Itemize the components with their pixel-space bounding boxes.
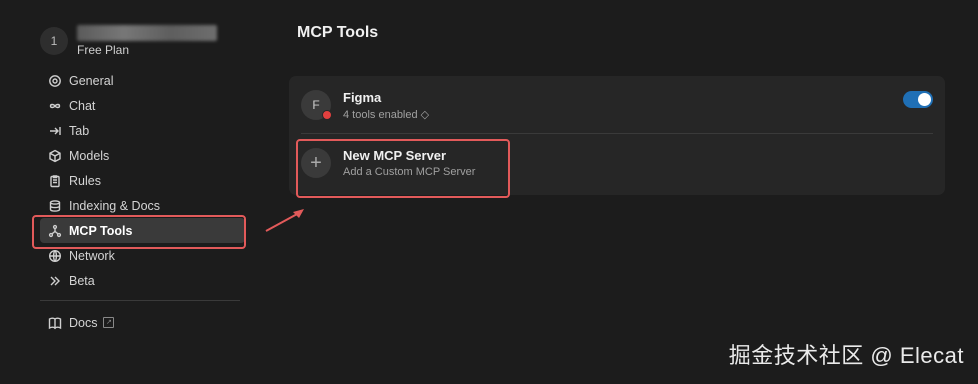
- docs-section: Docs ↗: [40, 310, 245, 335]
- gear-icon: [48, 74, 62, 88]
- plan-label: Free Plan: [77, 43, 130, 57]
- card-divider: [301, 133, 933, 134]
- sidebar-item-tab[interactable]: Tab: [40, 118, 245, 143]
- tools-enabled-dropdown[interactable]: 4 tools enabled ◇: [343, 108, 429, 121]
- settings-nav: General Chat Tab Models Rules Indexing &…: [40, 68, 245, 293]
- sidebar-item-models[interactable]: Models: [40, 143, 245, 168]
- double-chevron-icon: [48, 274, 62, 288]
- sidebar-divider: [40, 300, 240, 301]
- database-icon: [48, 199, 62, 213]
- external-link-icon: ↗: [103, 317, 115, 328]
- arrow-tab-icon: [48, 124, 62, 138]
- clipboard-icon: [48, 174, 62, 188]
- globe-icon: [48, 249, 62, 263]
- infinity-icon: [48, 99, 62, 113]
- highlight-box-new-server: [296, 139, 510, 198]
- username-redacted: [77, 25, 217, 41]
- user-profile[interactable]: 1 Free Plan: [40, 25, 217, 57]
- server-name: Figma: [343, 89, 382, 105]
- server-enable-toggle[interactable]: [903, 91, 933, 108]
- sidebar-item-chat[interactable]: Chat: [40, 93, 245, 118]
- page-title: MCP Tools: [297, 24, 379, 41]
- sidebar-item-general[interactable]: General: [40, 68, 245, 93]
- book-icon: [48, 316, 62, 330]
- annotation-arrow-icon: [265, 209, 304, 232]
- cube-icon: [48, 149, 62, 163]
- mcp-server-row[interactable]: F Figma 4 tools enabled ◇: [301, 89, 933, 121]
- highlight-box-mcp-tools: [32, 215, 246, 249]
- watermark: 掘金技术社区 @ Elecat: [728, 343, 964, 368]
- settings-sidebar: 1 Free Plan General Chat Tab Models Rule…: [0, 0, 262, 384]
- status-error-dot: [322, 110, 332, 120]
- sidebar-item-beta[interactable]: Beta: [40, 268, 245, 293]
- sidebar-item-rules[interactable]: Rules: [40, 168, 245, 193]
- server-avatar: F: [301, 90, 332, 120]
- sidebar-item-docs[interactable]: Docs ↗: [40, 310, 245, 335]
- avatar: 1: [40, 27, 68, 55]
- toggle-knob: [918, 93, 931, 106]
